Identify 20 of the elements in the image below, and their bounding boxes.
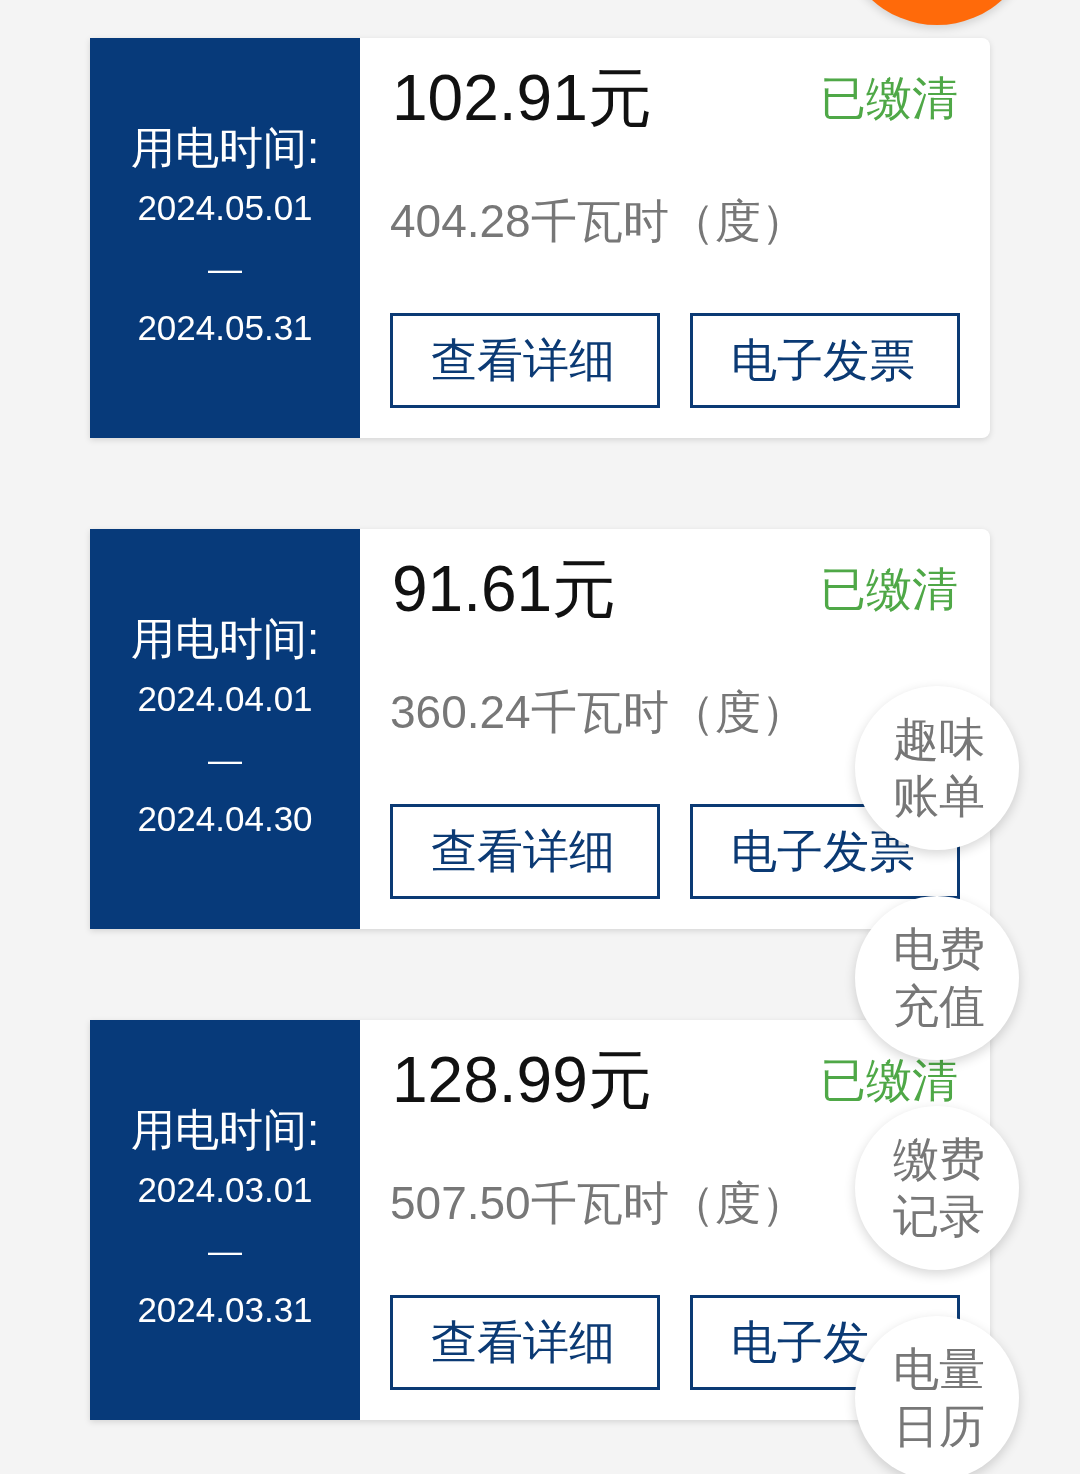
- bill-amount: 91.61元: [392, 552, 617, 627]
- usage-amount: 360.24千瓦时（度）: [390, 685, 807, 740]
- end-date: 2024.05.31: [137, 308, 313, 348]
- usage-amount: 404.28千瓦时（度）: [390, 194, 807, 249]
- bill-amount: 102.91元: [392, 61, 652, 136]
- period-label: 用电时间:: [130, 122, 320, 174]
- date-separator: —: [208, 739, 242, 779]
- start-date: 2024.04.01: [137, 679, 313, 719]
- bill-amount: 128.99元: [392, 1043, 652, 1118]
- payment-status: 已缴清: [820, 71, 958, 126]
- period-label: 用电时间:: [130, 1104, 320, 1156]
- end-date: 2024.03.31: [137, 1290, 313, 1330]
- start-date: 2024.05.01: [137, 188, 313, 228]
- usage-amount: 507.50千瓦时（度）: [390, 1176, 807, 1231]
- date-separator: —: [208, 1230, 242, 1270]
- payment-status: 已缴清: [820, 562, 958, 617]
- date-separator: —: [208, 248, 242, 288]
- end-date: 2024.04.30: [137, 799, 313, 839]
- start-date: 2024.03.01: [137, 1170, 313, 1210]
- period-label: 用电时间:: [130, 613, 320, 665]
